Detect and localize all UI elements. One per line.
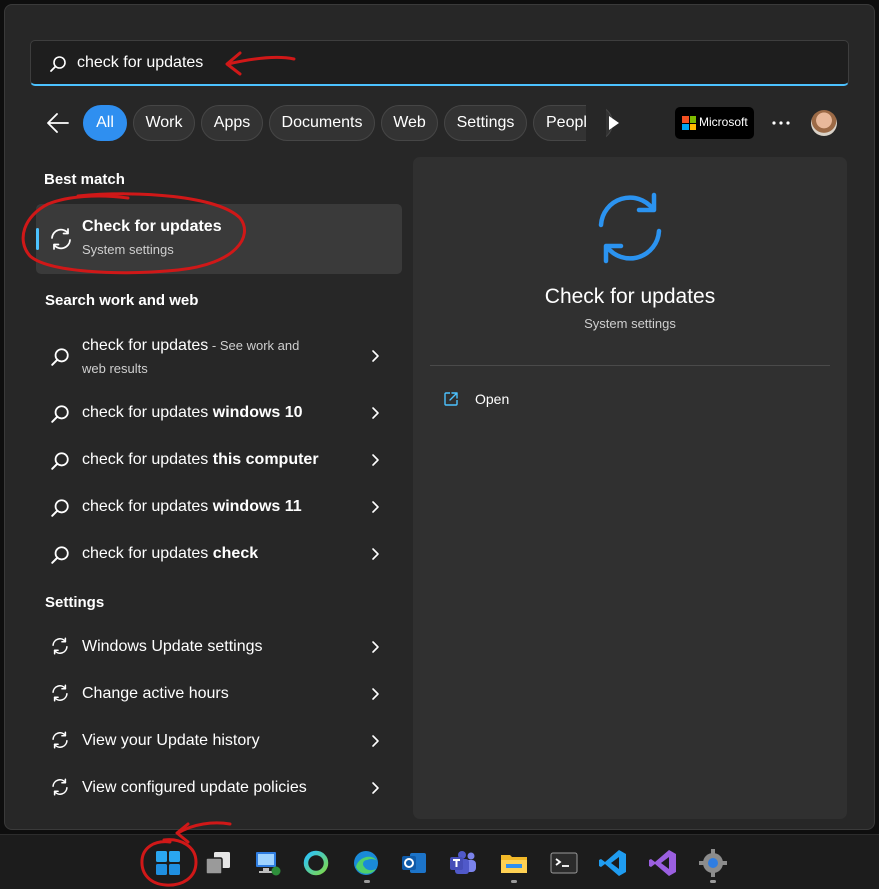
running-indicator [511, 880, 517, 883]
running-indicator [710, 880, 716, 883]
play-icon[interactable] [602, 112, 624, 134]
sync-icon [51, 228, 71, 250]
preview-subtitle: System settings [584, 316, 676, 331]
search-input[interactable] [77, 50, 697, 76]
teams-icon[interactable] [447, 847, 479, 879]
best-match-subtitle: System settings [82, 242, 174, 257]
task-view-icon[interactable] [202, 847, 234, 879]
edge-icon[interactable] [350, 847, 382, 879]
search-box[interactable] [30, 40, 849, 86]
setting-label: View configured update policies [82, 779, 307, 796]
visual-studio-icon[interactable] [647, 847, 679, 879]
divider [430, 365, 830, 366]
web-result-bold: this computer [212, 451, 319, 468]
web-result-bold: windows 11 [212, 498, 302, 515]
web-result-see-more[interactable]: check for updates - See work and web res… [36, 332, 402, 382]
microsoft-logo-icon [682, 116, 696, 130]
chevron-right-icon [372, 641, 379, 653]
search-icon [51, 499, 69, 517]
chevron-right-icon [372, 454, 379, 466]
chevron-right-icon [372, 688, 379, 700]
preview-pane: Check for updates System settings Open [413, 157, 847, 819]
sync-icon [598, 192, 662, 264]
chevron-right-icon [372, 548, 379, 560]
preview-title: Check for updates [544, 285, 716, 308]
web-result-bold: check [212, 545, 259, 562]
web-result-this-computer[interactable]: check for updates this computer [36, 445, 402, 477]
sync-icon [52, 778, 68, 796]
settings-gear-icon[interactable] [697, 847, 729, 879]
search-icon [51, 348, 69, 366]
tab-all[interactable]: All [83, 105, 127, 141]
sync-icon [52, 637, 68, 655]
tab-documents[interactable]: Documents [269, 105, 375, 141]
terminal-icon[interactable] [548, 847, 580, 879]
setting-view-update-history[interactable]: View your Update history [36, 725, 402, 757]
web-result-prefix: check for updates [82, 498, 213, 515]
outlook-icon[interactable] [398, 847, 430, 879]
web-result-label: check for updates this computer [82, 451, 319, 469]
web-heading: Search work and web [45, 292, 199, 309]
chevron-right-icon [372, 782, 379, 794]
tab-web[interactable]: Web [381, 105, 438, 141]
web-result-windows-11[interactable]: check for updates windows 11 [36, 492, 402, 524]
remote-desktop-icon[interactable] [251, 847, 283, 879]
web-result-check[interactable]: check for updates check [36, 539, 402, 571]
microsoft-label: Microsoft [699, 115, 748, 129]
web-result-prefix: check for updates [82, 451, 213, 468]
setting-label: Change active hours [82, 685, 229, 702]
setting-change-active-hours[interactable]: Change active hours [36, 678, 402, 710]
web-result-label: check for updates - See work and [82, 337, 299, 355]
setting-view-update-policies[interactable]: View configured update policies [36, 772, 402, 804]
sync-icon [52, 684, 68, 702]
web-result-prefix: check for updates [82, 545, 213, 562]
selection-indicator [36, 228, 39, 250]
cortana-icon[interactable] [300, 847, 332, 879]
web-result-bold: windows 10 [212, 404, 303, 421]
back-arrow-icon[interactable] [44, 110, 72, 136]
open-button[interactable]: Open [435, 385, 635, 415]
tab-settings[interactable]: Settings [444, 105, 527, 141]
chevron-right-icon [372, 350, 379, 362]
best-match-heading: Best match [44, 171, 125, 188]
web-result-query: check for updates [82, 337, 209, 354]
search-icon [50, 56, 66, 72]
windows-start-icon[interactable] [152, 847, 184, 879]
search-icon [51, 452, 69, 470]
chevron-right-icon [372, 407, 379, 419]
tab-apps[interactable]: Apps [201, 105, 263, 141]
vscode-icon[interactable] [597, 847, 629, 879]
sync-icon [52, 731, 68, 749]
settings-heading: Settings [45, 594, 105, 611]
open-label: Open [475, 391, 510, 407]
web-result-windows-10[interactable]: check for updates windows 10 [36, 398, 402, 430]
chevron-right-icon [372, 501, 379, 513]
tab-work[interactable]: Work [133, 105, 195, 141]
web-result-prefix: check for updates [82, 404, 213, 421]
web-result-label: check for updates check [82, 545, 258, 563]
web-result-suffix-line2: web results [82, 361, 148, 376]
running-indicator [364, 880, 370, 883]
web-result-label: check for updates windows 11 [82, 498, 302, 516]
web-result-label: check for updates windows 10 [82, 404, 303, 422]
setting-windows-update-settings[interactable]: Windows Update settings [36, 631, 402, 663]
search-icon [51, 546, 69, 564]
avatar[interactable] [811, 110, 837, 136]
setting-label: View your Update history [82, 732, 260, 749]
microsoft-account-button[interactable]: Microsoft [675, 107, 754, 139]
open-external-icon [444, 392, 458, 406]
file-explorer-icon[interactable] [498, 847, 530, 879]
more-icon[interactable] [768, 110, 794, 136]
chevron-right-icon [372, 735, 379, 747]
taskbar [0, 834, 879, 889]
setting-label: Windows Update settings [82, 638, 263, 655]
web-result-suffix: - See work and [208, 338, 300, 353]
best-match-title: Check for updates [82, 218, 222, 235]
search-icon [51, 405, 69, 423]
best-match-result[interactable]: Check for updates System settings [36, 204, 402, 274]
